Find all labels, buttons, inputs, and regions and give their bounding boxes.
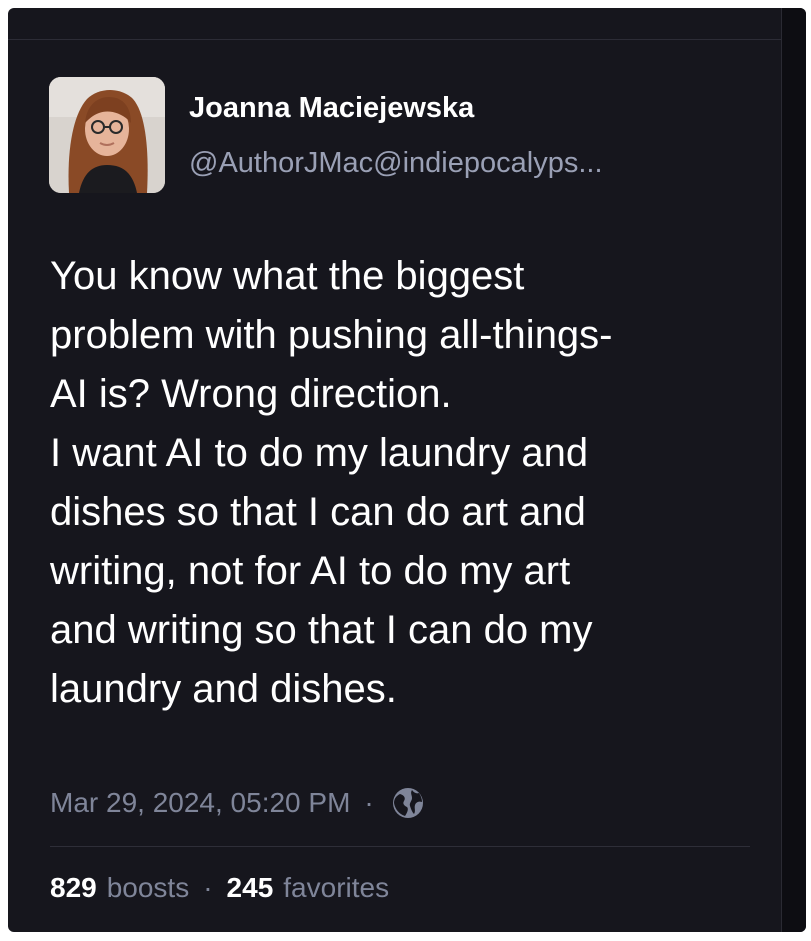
post-timestamp[interactable]: Mar 29, 2024, 05:20 PM <box>50 787 350 819</box>
boosts-label[interactable]: boosts <box>107 872 190 904</box>
stats-divider <box>50 846 750 847</box>
post-line: dishes so that I can do art and <box>50 490 586 534</box>
author-handle[interactable]: @AuthorJMac@indiepocalyps... <box>189 147 603 180</box>
post-line: and writing so that I can do my <box>50 608 593 652</box>
stats-separator: · <box>203 872 213 903</box>
globe-icon <box>390 785 426 821</box>
favorites-label[interactable]: favorites <box>283 872 389 904</box>
avatar[interactable] <box>49 77 165 193</box>
author-display-name[interactable]: Joanna Maciejewska <box>189 92 474 125</box>
favorites-count[interactable]: 245 <box>227 872 274 904</box>
top-divider <box>8 39 781 40</box>
post-body: You know what the biggest problem with p… <box>50 247 765 719</box>
meta-separator: · <box>364 787 374 818</box>
post-line: writing, not for AI to do my art <box>50 549 571 593</box>
post-line: problem with pushing all-things- <box>50 313 613 357</box>
post-line: You know what the biggest <box>50 254 525 298</box>
post-meta: Mar 29, 2024, 05:20 PM · <box>50 785 426 821</box>
post-stats: 829 boosts · 245 favorites <box>50 870 389 906</box>
post-line: laundry and dishes. <box>50 667 397 711</box>
post-line: I want AI to do my laundry and <box>50 431 589 475</box>
post-line: AI is? Wrong direction. <box>50 372 452 416</box>
scrollbar[interactable] <box>781 8 806 932</box>
post-card: Joanna Maciejewska @AuthorJMac@indiepoca… <box>8 8 806 932</box>
boosts-count[interactable]: 829 <box>50 872 97 904</box>
